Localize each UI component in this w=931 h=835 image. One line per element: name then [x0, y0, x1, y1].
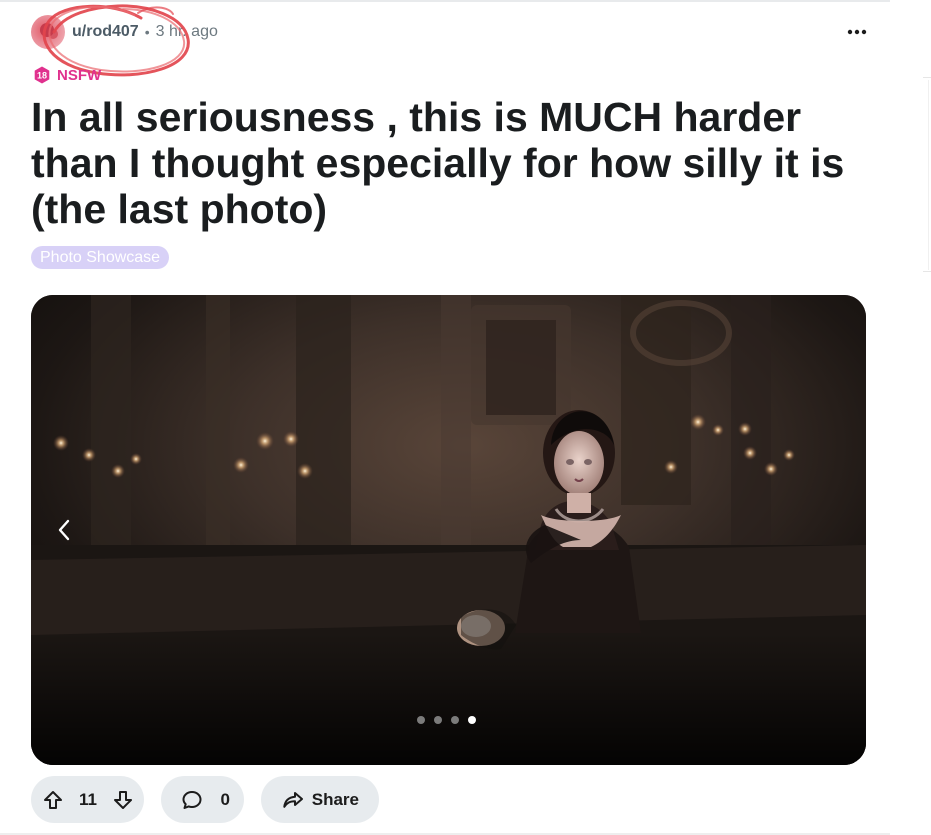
upvote-button[interactable] — [42, 789, 64, 811]
post-actions: 11 0 Share — [31, 776, 379, 823]
upvote-arrow-icon — [44, 790, 62, 809]
share-arrow-icon — [283, 791, 303, 808]
nsfw-18-icon: 18 — [34, 66, 50, 84]
post-title[interactable]: In all seriousness , this is MUCH harder… — [31, 94, 881, 232]
gallery-dot[interactable] — [451, 716, 459, 724]
gallery-pagination — [417, 716, 476, 724]
top-divider — [0, 0, 890, 2]
comment-count: 0 — [220, 789, 230, 809]
gallery-dot[interactable] — [434, 716, 442, 724]
nsfw-label: NSFW — [57, 66, 102, 84]
avatar[interactable] — [31, 15, 65, 49]
right-rail-divider — [923, 271, 931, 272]
vote-count: 11 — [79, 789, 97, 809]
comments-button[interactable]: 0 — [161, 776, 244, 823]
post-flair[interactable]: Photo Showcase — [31, 246, 170, 269]
nsfw-tag: 18 NSFW — [32, 65, 101, 85]
image-gallery[interactable] — [31, 295, 866, 765]
right-rail-divider — [923, 77, 931, 78]
comment-bubble-icon — [182, 790, 202, 809]
gallery-dot-active[interactable] — [468, 716, 476, 724]
gallery-image[interactable] — [31, 295, 866, 765]
post-timestamp: 3 hr. ago — [155, 23, 218, 40]
downvote-arrow-icon — [113, 790, 132, 809]
right-rail-edge — [928, 80, 929, 270]
svg-text:18: 18 — [37, 71, 47, 81]
share-button[interactable]: Share — [261, 776, 379, 823]
more-options-button[interactable] — [843, 19, 871, 45]
author-link[interactable]: u/rod407 — [72, 23, 139, 41]
gallery-dot[interactable] — [417, 716, 425, 724]
post-header: u/rod407 • 3 hr. ago — [31, 13, 871, 51]
chevron-left-icon — [58, 519, 70, 541]
vote-control: 11 — [31, 776, 144, 823]
gallery-prev-button[interactable] — [47, 510, 81, 550]
more-horizontal-icon — [847, 29, 867, 35]
downvote-button[interactable] — [112, 789, 134, 811]
share-label: Share — [311, 789, 359, 809]
meta-separator: • — [144, 24, 150, 40]
